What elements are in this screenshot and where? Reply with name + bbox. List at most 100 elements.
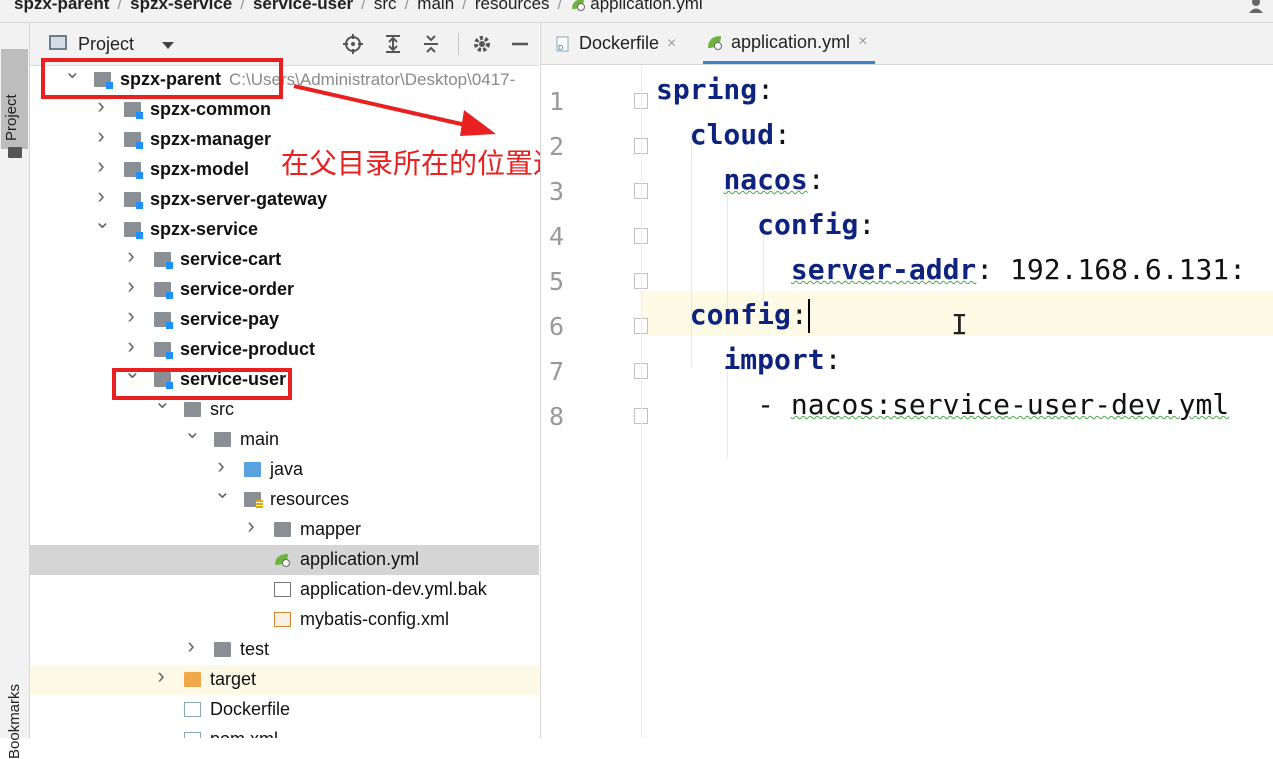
locate-icon[interactable] bbox=[342, 33, 364, 55]
code-line[interactable]: spring: bbox=[656, 72, 774, 108]
minimize-icon[interactable] bbox=[509, 33, 531, 55]
chevron-right-icon[interactable]: › bbox=[244, 515, 258, 537]
line-number: 8 bbox=[549, 402, 565, 431]
chevron-right-icon[interactable]: › bbox=[94, 95, 108, 117]
text-caret bbox=[807, 299, 810, 333]
chevron-right-icon[interactable]: › bbox=[124, 245, 138, 267]
chevron-down-icon[interactable]: ⌄ bbox=[94, 212, 111, 232]
chevron-right-icon[interactable]: › bbox=[94, 125, 108, 147]
excluded-folder-icon bbox=[184, 672, 201, 687]
yaml-key: spring bbox=[656, 73, 758, 106]
tree-item[interactable]: › service-order bbox=[30, 275, 539, 305]
tree-item[interactable]: mybatis-config.xml bbox=[30, 605, 539, 635]
breadcrumb-item[interactable]: resources bbox=[475, 0, 550, 14]
breadcrumb-separator: / bbox=[240, 0, 245, 13]
tree-item-label: spzx-common bbox=[150, 99, 271, 120]
code-line[interactable]: - nacos:service-user-dev.yml bbox=[656, 387, 1229, 423]
chevron-down-icon[interactable]: ⌄ bbox=[184, 422, 201, 442]
tree-item-text: spzx-manager bbox=[150, 129, 272, 149]
code-line[interactable]: config: bbox=[656, 207, 875, 243]
breadcrumb-separator: / bbox=[404, 0, 410, 13]
code-line[interactable]: server-addr: 192.168.6.131: bbox=[656, 252, 1246, 288]
tree-item[interactable]: ⌄ resources bbox=[30, 482, 539, 515]
chevron-right-icon[interactable]: › bbox=[94, 185, 108, 207]
line-number: 5 bbox=[549, 267, 565, 296]
tree-item[interactable]: › mapper bbox=[30, 515, 539, 545]
tree-item-text: target bbox=[210, 669, 257, 689]
tree-item[interactable]: › target bbox=[30, 665, 539, 695]
yaml-punctuation: : bbox=[976, 253, 994, 286]
tree-item[interactable]: pom.xml bbox=[30, 725, 539, 738]
folder-icon bbox=[274, 522, 291, 537]
folder-icon bbox=[214, 642, 231, 657]
chevron-down-icon[interactable]: ⌄ bbox=[214, 482, 231, 502]
module-folder-icon bbox=[124, 132, 143, 149]
close-icon[interactable]: × bbox=[858, 33, 867, 51]
maven-file-icon bbox=[184, 732, 201, 738]
breadcrumb-item[interactable]: main bbox=[417, 0, 454, 14]
project-view-icon bbox=[49, 35, 67, 50]
chevron-right-icon[interactable]: › bbox=[124, 335, 138, 357]
tree-item-label: application.yml bbox=[300, 549, 419, 570]
tree-item-text: service-cart bbox=[180, 249, 282, 269]
close-icon[interactable]: × bbox=[667, 35, 676, 53]
expand-all-icon[interactable] bbox=[382, 33, 404, 55]
gear-icon[interactable] bbox=[471, 33, 493, 55]
folder-icon bbox=[214, 432, 231, 447]
tree-item-text: service-pay bbox=[180, 309, 280, 329]
editor-tabs: D Dockerfile × application.yml × bbox=[541, 23, 1273, 65]
breadcrumb-item[interactable]: service-user bbox=[253, 0, 353, 14]
tree-item[interactable]: application.yml bbox=[30, 545, 539, 575]
tree-item[interactable]: › java bbox=[30, 455, 539, 485]
docker-file-icon bbox=[184, 702, 201, 717]
tree-item[interactable]: application-dev.yml.bak bbox=[30, 575, 539, 605]
annotation-box-parent bbox=[41, 58, 283, 99]
tree-item[interactable]: ⌄ main bbox=[30, 422, 539, 455]
code-line[interactable]: nacos: bbox=[656, 162, 824, 198]
chevron-right-icon[interactable]: › bbox=[184, 635, 198, 657]
project-tool-button[interactable]: Project bbox=[1, 49, 28, 158]
breadcrumb-item[interactable]: spzx-service bbox=[130, 0, 232, 14]
tree-item[interactable]: Dockerfile bbox=[30, 695, 539, 725]
breadcrumb-separator: / bbox=[117, 0, 123, 13]
toolbar-divider bbox=[458, 33, 459, 55]
breadcrumb: spzx-parent / spzx-service / service-user / sr… bbox=[0, 0, 1273, 23]
tree-item[interactable]: › service-cart bbox=[30, 245, 539, 275]
yaml-key: nacos bbox=[723, 163, 808, 196]
yaml-value: 192.168.6.131: bbox=[993, 253, 1247, 286]
breadcrumb-item[interactable]: src bbox=[374, 0, 397, 14]
chevron-right-icon[interactable]: › bbox=[214, 455, 228, 477]
breadcrumb-separator: / bbox=[361, 0, 366, 13]
resources-folder-icon bbox=[244, 492, 263, 508]
tree-item-label: spzx-manager bbox=[150, 129, 271, 150]
tree-item[interactable]: › test bbox=[30, 635, 539, 665]
project-view-title[interactable]: Project bbox=[78, 34, 134, 55]
tree-item-text: application.yml bbox=[300, 549, 420, 569]
tree-item-text: mybatis-config.xml bbox=[300, 609, 450, 629]
code-line[interactable]: import: bbox=[656, 342, 841, 378]
tab-label: application.yml bbox=[731, 31, 851, 52]
breadcrumb-separator: / bbox=[462, 0, 467, 13]
collapse-all-icon[interactable] bbox=[420, 33, 442, 55]
user-icon[interactable] bbox=[1247, 0, 1265, 14]
chevron-right-icon[interactable]: › bbox=[154, 665, 168, 687]
xml-file-icon bbox=[274, 612, 291, 627]
bookmarks-tool-button[interactable]: Bookmarks bbox=[6, 684, 23, 759]
tree-item-label: Dockerfile bbox=[210, 699, 290, 720]
chevron-right-icon[interactable]: › bbox=[124, 275, 138, 297]
breadcrumb-item[interactable]: application.yml bbox=[590, 0, 702, 14]
chevron-down-icon[interactable] bbox=[162, 42, 174, 49]
tree-item[interactable]: ⌄ spzx-service bbox=[30, 212, 539, 245]
tree-item[interactable]: › service-pay bbox=[30, 305, 539, 335]
code-line[interactable]: cloud: bbox=[656, 117, 791, 153]
breadcrumb-item[interactable]: spzx-parent bbox=[14, 0, 109, 14]
chevron-right-icon[interactable]: › bbox=[94, 155, 108, 177]
chevron-right-icon[interactable]: › bbox=[124, 305, 138, 327]
tab-application-yml[interactable]: application.yml × bbox=[703, 23, 876, 64]
tab-dockerfile[interactable]: D Dockerfile × bbox=[555, 23, 676, 64]
tree-item[interactable]: › service-product bbox=[30, 335, 539, 365]
code-line[interactable]: config: bbox=[656, 297, 810, 333]
